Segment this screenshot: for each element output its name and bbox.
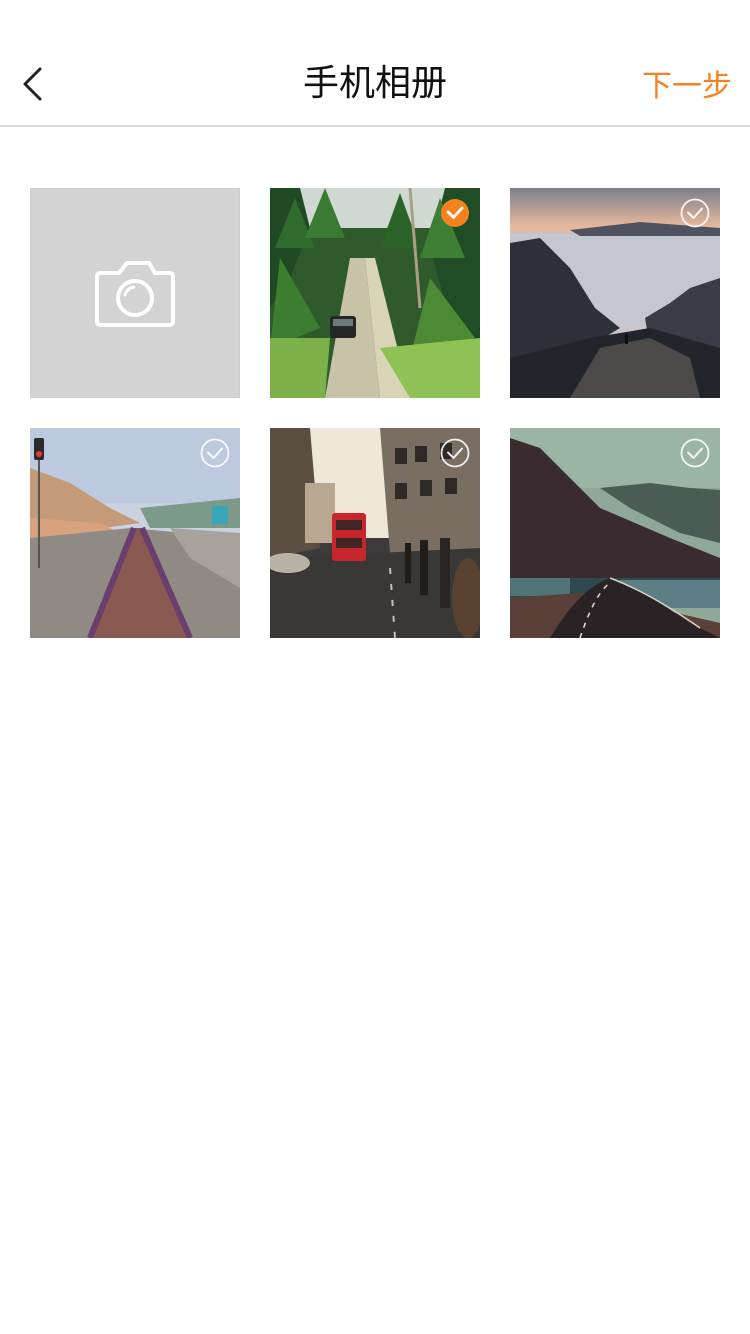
- photo-picker-screen: 手机相册 下一步: [0, 0, 750, 1334]
- page-title: 手机相册: [302, 63, 447, 104]
- camera-icon: [95, 261, 175, 327]
- photo-tile-railway[interactable]: [30, 428, 240, 638]
- nav-bar: 手机相册 下一步: [0, 0, 750, 127]
- unselected-check-icon[interactable]: [440, 438, 470, 468]
- photo-tile-forest-road[interactable]: [270, 188, 480, 398]
- photo-tile-city-street[interactable]: [270, 428, 480, 638]
- unselected-check-icon[interactable]: [680, 198, 710, 228]
- selected-check-icon[interactable]: [440, 198, 470, 228]
- photo-grid: [30, 188, 720, 638]
- unselected-check-icon[interactable]: [200, 438, 230, 468]
- next-step-button[interactable]: 下一步: [642, 66, 732, 108]
- photo-tile-mountain-cliffs[interactable]: [510, 188, 720, 398]
- take-photo-tile[interactable]: [30, 188, 240, 398]
- photo-tile-winding-road[interactable]: [510, 428, 720, 638]
- unselected-check-icon[interactable]: [680, 438, 710, 468]
